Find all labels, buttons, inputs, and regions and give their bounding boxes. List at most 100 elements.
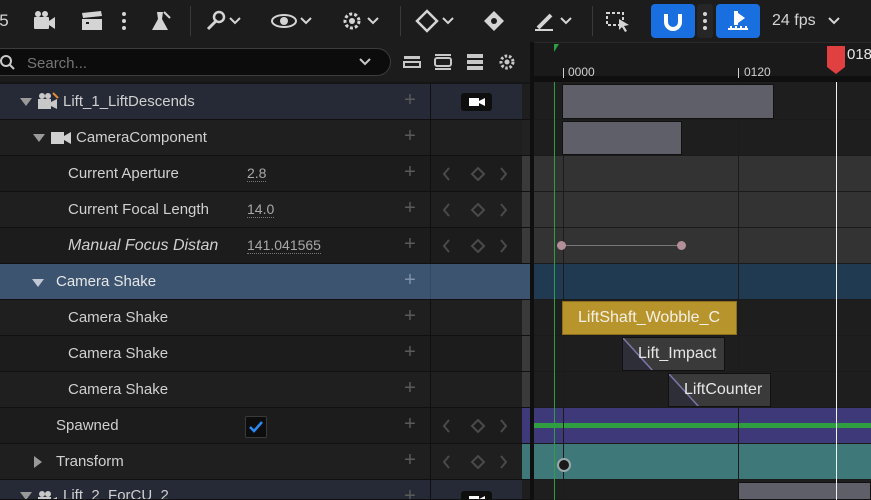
timeline-row-selected (534, 264, 871, 300)
tree-row-current-aperture[interactable]: Current Aperture 2.8 + (0, 156, 530, 192)
gear-icon[interactable] (497, 52, 517, 72)
spawned-checkbox[interactable] (245, 416, 267, 438)
keyframe-nav[interactable] (442, 238, 523, 254)
tree-row-spawned[interactable]: Spawned + (0, 408, 530, 444)
chevron-down-icon[interactable] (359, 58, 371, 66)
tree-row-camera-shake[interactable]: Camera Shake + (0, 300, 530, 336)
shake-section[interactable]: Lift_Impact (622, 337, 725, 371)
keyframe-nav[interactable] (442, 454, 523, 470)
tree-row-camera-component[interactable]: CameraComponent + (0, 120, 530, 156)
fps-label: 24 fps (772, 12, 816, 29)
keyframe-nav[interactable] (442, 202, 523, 218)
more-icon[interactable] (697, 4, 713, 38)
add-key-icon[interactable]: + (402, 198, 418, 218)
chevron-down-icon (441, 17, 454, 25)
keyframe-nav[interactable] (442, 166, 523, 182)
tick-label: 0120 (744, 65, 771, 79)
collapse-arrow-icon[interactable] (33, 134, 45, 142)
section-label: Lift_Impact (638, 345, 717, 362)
time-ruler[interactable]: 0000 0120 018 (534, 42, 871, 82)
tree-row-lift-1[interactable]: Lift_1_LiftDescends + (0, 84, 530, 120)
magnet-icon[interactable] (651, 4, 695, 38)
tick-mark (563, 68, 564, 78)
actor-section[interactable] (562, 84, 774, 119)
collapse-arrow-icon[interactable] (20, 492, 32, 499)
keyframe-nav[interactable] (442, 418, 523, 434)
shake-section[interactable]: LiftShaft_Wobble_C (562, 301, 737, 335)
tree-row-camera-shake[interactable]: Camera Shake + (0, 372, 530, 408)
add-track-icon[interactable]: + (402, 126, 418, 146)
playback-start-marker[interactable] (554, 44, 559, 52)
add-key-diamond-icon (470, 166, 486, 182)
section-label: LiftCounter (684, 381, 763, 398)
camera-icon[interactable] (30, 4, 58, 38)
list-view-icon[interactable] (465, 53, 485, 71)
fps-selector[interactable]: 24 fps (772, 4, 852, 38)
camera-actor-icon (38, 92, 59, 109)
tick-label: 0000 (568, 65, 595, 79)
keyframe[interactable] (677, 241, 686, 250)
collapse-arrow-icon[interactable] (20, 98, 32, 106)
keyframe[interactable] (557, 241, 566, 250)
add-track-icon[interactable]: + (402, 486, 418, 499)
tree-row-label: Camera Shake (68, 381, 169, 398)
camera-cut-button[interactable] (461, 491, 492, 499)
tree-row-camera-shake-track[interactable]: Camera Shake + (0, 264, 530, 300)
component-section[interactable] (562, 121, 682, 155)
add-key-icon[interactable]: + (402, 414, 418, 434)
add-key-icon[interactable]: + (402, 450, 418, 470)
collapse-all-icon[interactable] (402, 53, 422, 71)
add-section-icon[interactable]: + (402, 270, 418, 290)
tick-mark (738, 68, 739, 78)
tree-row-lift-2[interactable]: Lift_2_ForCU_2 + (0, 480, 530, 500)
clapperboard-icon[interactable] (78, 4, 106, 38)
gear-icon[interactable] (334, 4, 384, 38)
property-value[interactable]: 141.041565 (247, 237, 321, 254)
actor-section[interactable] (738, 482, 871, 500)
tree-row-transform[interactable]: Transform + (0, 444, 530, 480)
add-key-icon[interactable]: + (402, 342, 418, 362)
tree-row-camera-shake[interactable]: Camera Shake + (0, 336, 530, 372)
keyframe[interactable] (557, 458, 571, 472)
add-key-icon[interactable]: + (402, 378, 418, 398)
tree-row-label: Current Aperture (68, 165, 179, 182)
diamond-icon[interactable] (408, 4, 460, 38)
playhead-frame-label: 018 (847, 46, 871, 63)
add-key-icon[interactable]: + (402, 234, 418, 254)
camera-cut-button[interactable] (461, 93, 492, 111)
timeline-row (534, 156, 871, 192)
tree-row-label: Spawned (56, 417, 119, 434)
snap-playhead-icon[interactable] (716, 4, 760, 38)
timeline-area[interactable]: LiftShaft_Wobble_C Lift_Impact LiftCount… (534, 82, 871, 500)
tree-row-label: Transform (56, 453, 124, 470)
property-value[interactable]: 2.8 (247, 165, 267, 182)
spawned-true-line (534, 423, 871, 428)
key-diamond-icon[interactable] (480, 4, 508, 38)
section-label: LiftShaft_Wobble_C (578, 309, 721, 326)
paint-brush-icon[interactable] (528, 4, 576, 38)
expand-all-icon[interactable] (433, 53, 453, 71)
property-value[interactable]: 14.0 (247, 201, 275, 218)
tree-row-manual-focus[interactable]: Manual Focus Distan 141.041565 + (0, 228, 530, 264)
collapse-arrow-icon[interactable] (32, 279, 44, 287)
tree-row-focal-length[interactable]: Current Focal Length 14.0 + (0, 192, 530, 228)
wrench-icon[interactable] (198, 4, 246, 38)
outliner-header (0, 42, 530, 82)
transform-section[interactable] (534, 444, 871, 480)
camera-actor-icon (38, 491, 57, 499)
video-camera-icon (469, 496, 485, 499)
search-icon (0, 55, 15, 70)
prev-key-icon (442, 167, 450, 181)
more-icon[interactable] (116, 4, 132, 38)
search-input[interactable] (25, 53, 349, 73)
search-box[interactable] (0, 48, 391, 76)
add-track-icon[interactable]: + (402, 90, 418, 110)
select-cursor-icon[interactable] (602, 4, 634, 38)
add-key-icon[interactable]: + (402, 162, 418, 182)
expand-arrow-icon[interactable] (34, 456, 42, 468)
flask-icon[interactable] (146, 4, 176, 38)
shake-section[interactable]: LiftCounter (668, 373, 771, 407)
add-key-icon[interactable]: + (402, 306, 418, 326)
eye-icon[interactable] (266, 4, 316, 38)
playhead-handle[interactable] (827, 46, 845, 74)
